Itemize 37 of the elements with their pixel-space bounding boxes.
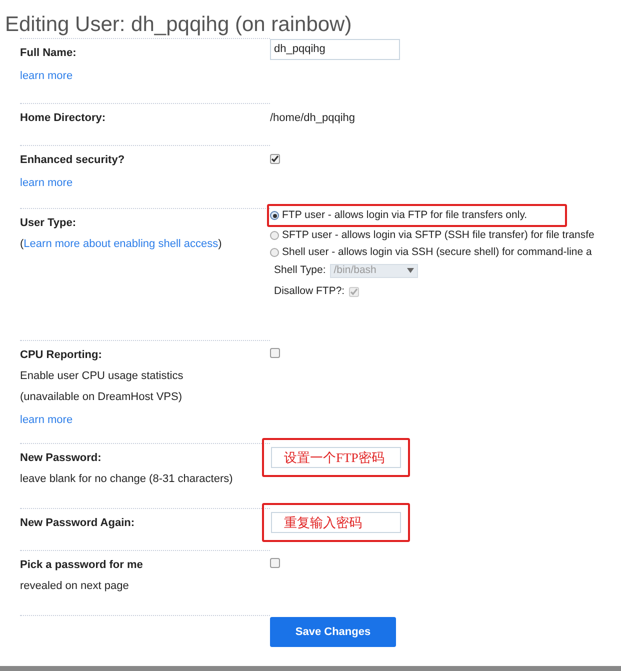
radio-label: Shell user - allows login via SSH (secure shell) for command-line a	[282, 244, 592, 260]
text-input[interactable]: dh_pqqihg	[270, 38, 400, 60]
field-label: Home Directory:	[20, 111, 106, 126]
field-label: CPU Reporting:	[20, 348, 102, 363]
field-label: Disallow FTP?:	[274, 284, 345, 300]
help-text: (unavailable on DreamHost VPS)	[20, 390, 182, 405]
field-label: Enhanced security?	[20, 153, 125, 168]
password-field[interactable]: 重复输入密码	[271, 512, 401, 533]
dropdown-arrow-icon	[406, 268, 414, 273]
page-title: Editing User: dh_pqqihg (on rainbow)	[4, 12, 352, 38]
field-label: New Password Again:	[20, 516, 135, 531]
field-label: User Type:	[20, 217, 76, 229]
field-label: Full Name:	[20, 46, 76, 61]
learn-more-link[interactable]: learn more	[20, 410, 73, 431]
radio-button[interactable]	[270, 211, 279, 220]
radio-label: FTP user - allows login via FTP for file transfers only.	[282, 208, 528, 223]
help-note: (Learn more about enabling shell access)	[20, 238, 222, 250]
save-button[interactable]: Save Changes	[270, 617, 396, 647]
field-label: Pick a password for me	[20, 558, 143, 573]
field-label: Shell Type:	[274, 262, 326, 278]
learn-more-link[interactable]: learn more	[20, 173, 73, 194]
checkbox[interactable]	[270, 558, 280, 568]
field-label: New Password:	[20, 451, 102, 466]
shell-type-dropdown[interactable]: /bin/bash	[330, 264, 418, 278]
checkbox[interactable]	[270, 348, 280, 358]
field-value: /home/dh_pqqihg	[270, 111, 356, 126]
learn-more-link[interactable]: Learn more about enabling shell access	[24, 238, 218, 250]
checkbox[interactable]	[270, 154, 280, 164]
password-field[interactable]: 设置一个FTP密码	[271, 447, 401, 468]
help-text: revealed on next page	[20, 579, 129, 594]
radio-label: SFTP user - allows login via SFTP (SSH file transfer) for file transfe	[282, 228, 594, 243]
help-text: leave blank for no change (8-31 characters)	[20, 472, 233, 487]
radio-button[interactable]	[270, 248, 279, 257]
radio-button[interactable]	[270, 231, 279, 240]
learn-more-link[interactable]: learn more	[20, 66, 73, 87]
checkbox[interactable]	[348, 287, 359, 297]
help-text: Enable user CPU usage statistics	[20, 369, 184, 384]
